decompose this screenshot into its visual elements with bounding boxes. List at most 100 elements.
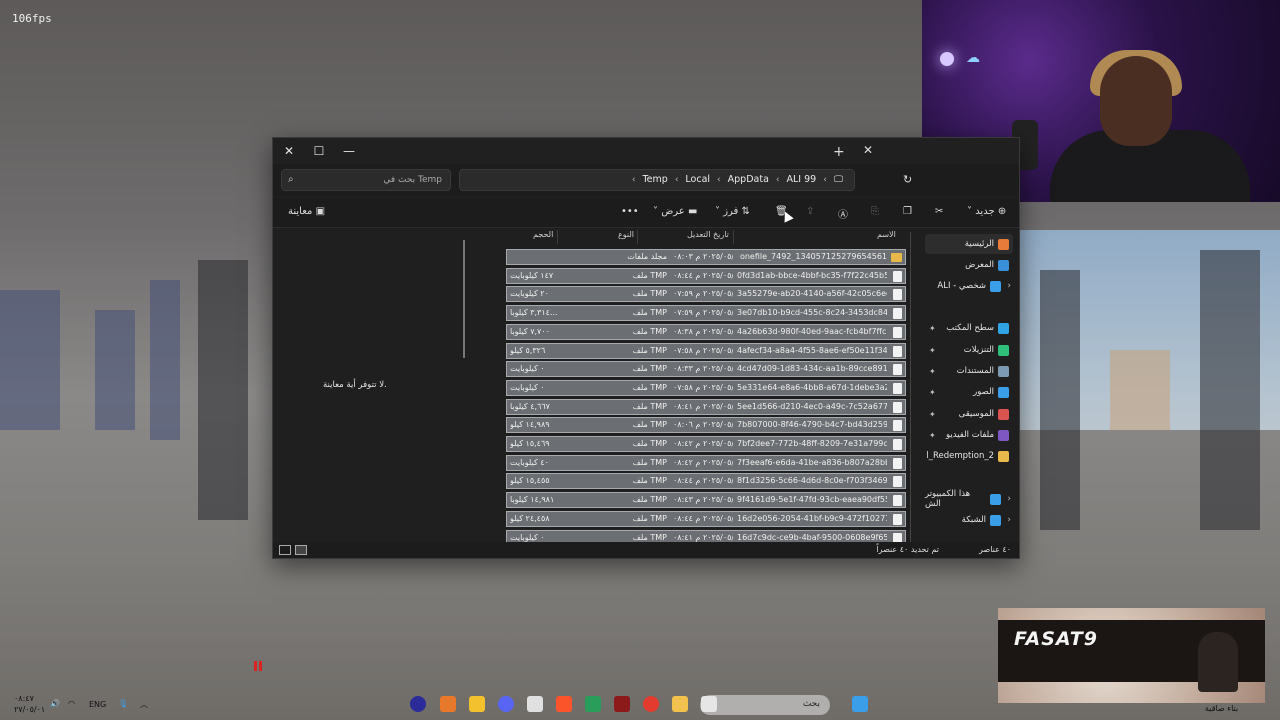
- sidebar-item-3[interactable]: ✦ سطح المكتب: [925, 318, 1013, 338]
- cut-icon[interactable]: ✂: [935, 206, 943, 217]
- file-name: 4a26b63d-980f-40ed-9aac-fcb4bf7ffc0f.t..…: [737, 326, 887, 336]
- file-size: ٠ كيلوبايت: [510, 382, 545, 392]
- chevron-up-icon[interactable]: ︿: [140, 699, 148, 710]
- sidebar-item-label: الشبكة: [961, 515, 986, 525]
- windows-start-icon[interactable]: [852, 696, 868, 712]
- streamer-face: [1100, 56, 1172, 146]
- language-indicator[interactable]: ENG: [89, 700, 106, 709]
- file-name: onefile_7492_134057125279654561: [739, 252, 887, 261]
- sidebar-item-2[interactable]: ALI - شخصي ›: [925, 276, 1013, 296]
- sidebar-item-8[interactable]: ✦ ملفات الفيديو: [925, 425, 1013, 445]
- column-divider[interactable]: [637, 230, 638, 244]
- table-row[interactable]: onefile_7492_134057125279654561 ٢٠٢٥/٠٥/٠…: [506, 249, 906, 265]
- file-name: 3a55279e-ab20-4140-a56f-42c05c6eef90.t..…: [737, 289, 887, 299]
- file-size: ١٤,٩٨١ كيلوبا: [510, 495, 555, 505]
- file-type: ملف TMP: [632, 382, 667, 392]
- file-size: ٢٠ كيلوبايت: [510, 289, 549, 299]
- chevron-right-icon[interactable]: ›: [1007, 515, 1011, 525]
- more-options-button[interactable]: •••: [621, 206, 639, 217]
- table-row[interactable]: 8f1d3256-5c66-4d6d-8c0e-f703f3469924.t..…: [506, 473, 906, 490]
- folder-icon: [990, 280, 1001, 292]
- table-row[interactable]: 4a26b63d-980f-40ed-9aac-fcb4bf7ffc0f.t..…: [506, 323, 906, 340]
- chrome-icon[interactable]: [643, 696, 659, 712]
- app-icon-feather[interactable]: [469, 696, 485, 712]
- column-divider[interactable]: [733, 230, 734, 244]
- discord-icon[interactable]: [498, 696, 514, 712]
- sidebar-item-11[interactable]: الشبكة ›: [925, 510, 1013, 530]
- chevron-right-icon[interactable]: ›: [1007, 494, 1011, 504]
- app-icon-white[interactable]: [527, 696, 543, 712]
- column-size[interactable]: الحجم: [533, 230, 553, 246]
- sidebar-item-4[interactable]: ✦ التنزيلات: [925, 340, 1013, 360]
- breadcrumb-user[interactable]: ALI 99: [784, 174, 820, 185]
- file-size: ١٤,٩٨٩ كيلو: [510, 420, 550, 430]
- table-row[interactable]: 9f4161d9-5e1f-47fd-93cb-eaea90df55e5.t..…: [506, 492, 906, 509]
- address-bar[interactable]: ‹ Temp ‹ Local ‹ AppData ‹ ALI 99 ‹ 🖵: [459, 169, 855, 191]
- file-explorer-icon[interactable]: [672, 696, 688, 712]
- sidebar-item-7[interactable]: ✦ الموسيقى: [925, 404, 1013, 424]
- rename-icon[interactable]: Ⓐ: [838, 206, 848, 221]
- sidebar-item-label: هذا الكمبيوتر الش: [925, 489, 971, 509]
- cortana-icon[interactable]: [410, 696, 426, 712]
- new-tab-button[interactable]: +: [833, 144, 845, 160]
- folder-icon: [998, 322, 1009, 334]
- table-row[interactable]: 0fd3d1ab-bbce-4bbf-bc35-f7f22c45b59f....…: [506, 267, 906, 284]
- table-row[interactable]: 5ee1d566-d210-4ec0-a49c-7c52a677d109... ٢…: [506, 398, 906, 415]
- sidebar-item-5[interactable]: ✦ المستندات: [925, 361, 1013, 381]
- details-view-button[interactable]: [295, 545, 307, 555]
- column-date[interactable]: تاريخ التعديل: [687, 230, 729, 246]
- table-row[interactable]: 4afecf34-a8a4-4f55-8ae6-ef50e11f343c.t..…: [506, 342, 906, 359]
- brave-icon[interactable]: [556, 696, 572, 712]
- breadcrumb-local[interactable]: Local: [682, 174, 713, 185]
- table-row[interactable]: 3a55279e-ab20-4140-a56f-42c05c6eef90.t..…: [506, 286, 906, 303]
- clock-time[interactable]: ٠٨:٤٧: [14, 694, 34, 703]
- maximize-button[interactable]: ☐: [309, 142, 329, 160]
- sidebar-item-0[interactable]: الرئيسية: [925, 234, 1013, 254]
- sort-dropdown[interactable]: ˅ فرز ⇅: [715, 206, 750, 217]
- file-icon: [893, 308, 902, 320]
- search-input[interactable]: ⌕ بحث في Temp: [281, 169, 451, 191]
- table-row[interactable]: 7bf2dee7-772b-48ff-8209-7e31a799cdc3.t..…: [506, 436, 906, 452]
- sidebar-item-9[interactable]: l_Redemption_2: [925, 446, 1013, 466]
- minimize-button[interactable]: —: [339, 142, 359, 160]
- view-dropdown[interactable]: ˅ عرض ▬: [653, 206, 697, 217]
- preview-scrollbar[interactable]: [463, 240, 465, 358]
- app-icon-red[interactable]: [614, 696, 630, 712]
- sidebar-item-label: الرئيسية: [964, 239, 994, 249]
- column-name[interactable]: الاسم: [877, 230, 896, 246]
- view-icon: ▬: [687, 206, 698, 217]
- preview-toggle[interactable]: معاينة ▣: [288, 206, 325, 217]
- app-icon-green[interactable]: [585, 696, 601, 712]
- table-row[interactable]: 16d7c9dc-ce9b-4baf-9500-0608e9f65eec....…: [506, 529, 906, 543]
- volume-icon[interactable]: 🔊: [50, 699, 60, 708]
- taskbar-search[interactable]: بحث: [700, 695, 830, 715]
- column-type[interactable]: النوع: [618, 230, 634, 246]
- table-row[interactable]: 7f3eeaf6-e6da-41be-a836-b807a28bbace....…: [506, 454, 906, 471]
- copy-icon[interactable]: ❐: [903, 206, 912, 217]
- table-row[interactable]: 5e331e64-e8a6-4bb8-a67d-1debe3a2b6d... ٢٠…: [506, 379, 906, 396]
- new-dropdown[interactable]: ˅ جديد ⊕: [967, 206, 1006, 217]
- sidebar-item-1[interactable]: المعرض: [925, 255, 1013, 275]
- table-row[interactable]: 3e07db10-b9cd-455c-8c24-3453dc84560a... ٢…: [506, 305, 906, 322]
- close-button[interactable]: ✕: [279, 142, 299, 160]
- microphone-icon[interactable]: 🎙: [118, 699, 128, 708]
- tiles-view-button[interactable]: [279, 545, 291, 555]
- share-icon[interactable]: ⇪: [806, 206, 814, 217]
- tab-close-button[interactable]: ✕: [863, 143, 873, 157]
- clock-date[interactable]: ٢٧/٠٥/٠١: [14, 705, 45, 714]
- table-row[interactable]: 4cd47d09-1d83-434c-aa1b-89cce891afbf....…: [506, 361, 906, 378]
- app-icon-orange[interactable]: [440, 696, 456, 712]
- paste-icon[interactable]: ⎘: [871, 206, 879, 217]
- sidebar-item-6[interactable]: ✦ الصور: [925, 382, 1013, 402]
- wifi-icon[interactable]: ◠: [68, 699, 75, 708]
- breadcrumb-appdata[interactable]: AppData: [725, 174, 772, 185]
- refresh-icon[interactable]: ↻: [903, 173, 912, 186]
- file-list-scrollbar[interactable]: [910, 232, 911, 542]
- column-divider[interactable]: [557, 230, 558, 244]
- chevron-right-icon[interactable]: ›: [1007, 281, 1011, 291]
- table-row[interactable]: 16d2e056-2054-41bf-b9c9-472f10271e4c....…: [506, 510, 906, 527]
- sidebar-item-10[interactable]: هذا الكمبيوتر الش ›: [925, 489, 1013, 509]
- breadcrumb-temp[interactable]: Temp: [639, 174, 670, 185]
- monitor-icon[interactable]: 🖵: [831, 174, 846, 185]
- table-row[interactable]: 7b807000-8f46-4790-b4c7-bd43d2596870... ٢…: [506, 417, 906, 434]
